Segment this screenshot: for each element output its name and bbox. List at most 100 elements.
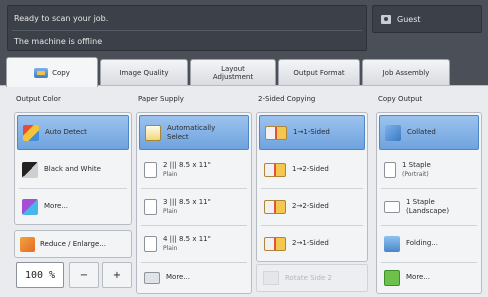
option-label: 2→2-Sided xyxy=(292,202,329,210)
option-label: 1 Staple (Portrait) xyxy=(402,161,431,179)
paper-auto-select-option[interactable]: Automatically Select xyxy=(139,115,249,150)
user-icon xyxy=(381,15,391,24)
option-label: More... xyxy=(166,273,191,281)
two-to-two-sided-icon xyxy=(264,199,286,214)
option-label: Black and White xyxy=(44,165,101,173)
paper-tray-icon xyxy=(144,198,157,215)
color-more-icon xyxy=(22,198,38,215)
folding-icon xyxy=(384,235,400,252)
rotate-side-2-icon xyxy=(263,271,279,285)
color-auto-icon xyxy=(23,124,39,141)
option-label: 1→2-Sided xyxy=(292,165,329,173)
auto-detect-option[interactable]: Auto Detect xyxy=(17,115,129,150)
user-login-button[interactable]: Guest xyxy=(372,5,482,33)
paper-tray-icon xyxy=(144,235,157,252)
status-panel[interactable]: Ready to scan your job. The machine is o… xyxy=(7,5,367,51)
option-label: 4 ||| 8.5 x 11" Plain xyxy=(163,235,211,253)
collate-icon xyxy=(385,124,401,141)
option-label: Auto Detect xyxy=(45,128,87,136)
one-to-two-sided-icon xyxy=(264,162,286,177)
paper-tray-icon xyxy=(144,161,157,178)
tab-label: Image Quality xyxy=(119,68,169,77)
option-label: 2 ||| 8.5 x 11" Plain xyxy=(163,161,211,179)
zoom-decrease-button[interactable]: − xyxy=(69,262,99,288)
option-line2: Plain xyxy=(163,244,178,252)
status-divider xyxy=(12,30,362,31)
staple-icon xyxy=(384,161,396,178)
option-line1: 2 ||| 8.5 x 11" xyxy=(163,160,211,169)
one-to-one-sided-option[interactable]: 1→1-Sided xyxy=(259,115,365,150)
option-label: 1→1-Sided xyxy=(293,128,330,136)
option-line1: 4 ||| 8.5 x 11" xyxy=(163,234,211,243)
reduce-enlarge-button[interactable]: Reduce / Enlarge... xyxy=(14,230,132,258)
folding-option[interactable]: Folding... xyxy=(379,226,479,261)
output-color-header: Output Color xyxy=(16,95,61,103)
option-label: Collated xyxy=(407,128,436,136)
option-line2: (Portrait) xyxy=(402,170,429,178)
option-line1: Automatically xyxy=(167,123,216,132)
copy-icon xyxy=(34,67,49,78)
more-icon xyxy=(144,271,160,284)
option-label: Rotate Side 2 xyxy=(285,274,332,282)
tab-layout-adjustment[interactable]: Layout Adjustment xyxy=(190,59,276,85)
two-to-two-sided-option[interactable]: 2→2-Sided xyxy=(259,189,365,224)
tab-bar: Copy Image Quality Layout Adjustment Out… xyxy=(0,57,488,87)
tab-output-format[interactable]: Output Format xyxy=(278,59,360,85)
paper-tray-2-option[interactable]: 2 ||| 8.5 x 11" Plain xyxy=(139,152,249,187)
option-line2: Select xyxy=(167,132,189,141)
option-line1: 3 ||| 8.5 x 11" xyxy=(163,197,211,206)
option-line2: (Landscape) xyxy=(406,206,450,215)
output-color-group: Auto Detect Black and White More... xyxy=(14,112,132,225)
one-to-two-sided-option[interactable]: 1→2-Sided xyxy=(259,152,365,187)
two-to-one-sided-icon xyxy=(264,236,286,251)
collated-option[interactable]: Collated xyxy=(379,115,479,150)
paper-supply-group: Automatically Select 2 ||| 8.5 x 11" Pla… xyxy=(136,112,252,294)
reduce-enlarge-label: Reduce / Enlarge... xyxy=(40,240,106,248)
option-label: 3 ||| 8.5 x 11" Plain xyxy=(163,198,211,216)
more-icon xyxy=(384,269,400,286)
rotate-side-2-option: Rotate Side 2 xyxy=(256,264,368,292)
option-label: 1 Staple (Landscape) xyxy=(406,198,449,216)
tab-copy[interactable]: Copy xyxy=(6,57,98,87)
black-and-white-option[interactable]: Black and White xyxy=(17,152,129,187)
option-line1: 1 Staple xyxy=(406,197,435,206)
tab-label: Layout Adjustment xyxy=(212,64,254,81)
copy-output-more-option[interactable]: More... xyxy=(379,263,479,292)
tab-label: Copy xyxy=(52,68,70,77)
two-sided-header: 2-Sided Copying xyxy=(258,95,316,103)
option-label: More... xyxy=(44,202,69,210)
status-message: Ready to scan your job. xyxy=(14,14,109,23)
reduce-enlarge-icon xyxy=(20,236,35,252)
tab-label: Output Format xyxy=(293,68,345,77)
option-label: More... xyxy=(406,273,431,281)
user-label: Guest xyxy=(397,15,421,24)
zoom-increase-button[interactable]: + xyxy=(102,262,132,288)
paper-tray-3-option[interactable]: 3 ||| 8.5 x 11" Plain xyxy=(139,189,249,224)
paper-auto-icon xyxy=(145,124,161,141)
staple-icon xyxy=(384,200,400,213)
zoom-percent-field[interactable]: 100 % xyxy=(16,262,64,288)
copy-output-header: Copy Output xyxy=(378,95,423,103)
tab-label: Job Assembly xyxy=(382,68,430,77)
one-to-one-sided-icon xyxy=(265,125,287,140)
two-sided-group: 1→1-Sided 1→2-Sided 2→2-Sided 2→1-Sided xyxy=(256,112,368,262)
copy-settings-panel: Output Color Auto Detect Black and White… xyxy=(0,85,488,297)
option-label: Folding... xyxy=(406,239,438,247)
option-line1: 1 Staple xyxy=(402,160,431,169)
status-bar: Ready to scan your job. The machine is o… xyxy=(0,0,488,57)
staple-landscape-option[interactable]: 1 Staple (Landscape) xyxy=(379,189,479,224)
paper-more-option[interactable]: More... xyxy=(139,263,249,292)
machine-status: The machine is offline xyxy=(14,37,103,46)
option-line2: Plain xyxy=(163,207,178,215)
black-white-icon xyxy=(22,161,38,178)
paper-tray-4-option[interactable]: 4 ||| 8.5 x 11" Plain xyxy=(139,226,249,261)
output-color-more-option[interactable]: More... xyxy=(17,189,129,224)
option-label: Automatically Select xyxy=(167,124,215,142)
option-line2: Plain xyxy=(163,170,178,178)
option-label: 2→1-Sided xyxy=(292,239,329,247)
two-to-one-sided-option[interactable]: 2→1-Sided xyxy=(259,226,365,261)
tab-job-assembly[interactable]: Job Assembly xyxy=(362,59,450,85)
tab-image-quality[interactable]: Image Quality xyxy=(100,59,188,85)
staple-portrait-option[interactable]: 1 Staple (Portrait) xyxy=(379,152,479,187)
copy-output-group: Collated 1 Staple (Portrait) 1 Staple (L… xyxy=(376,112,482,294)
